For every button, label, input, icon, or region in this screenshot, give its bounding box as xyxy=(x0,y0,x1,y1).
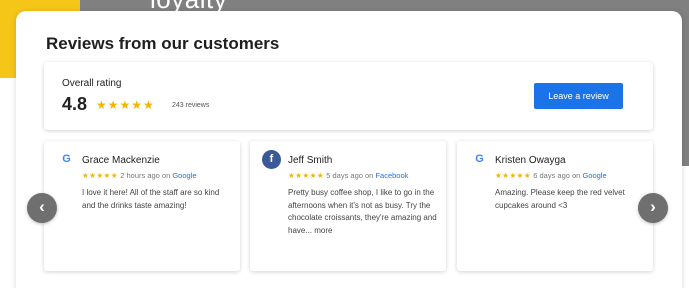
google-icon: G xyxy=(471,151,488,168)
widget-title: Reviews from our customers xyxy=(46,34,280,53)
review-time: 5 days ago on xyxy=(326,171,376,180)
reviewer-name: Kristen Owayga xyxy=(495,155,566,166)
review-time: 6 days ago on xyxy=(533,171,583,180)
reviewer-name: Grace Mackenzie xyxy=(82,155,160,166)
overall-rating-panel: Overall rating 4.8 ★★★★★ 243 reviews Lea… xyxy=(44,62,653,130)
review-time: 2 hours ago on xyxy=(120,171,173,180)
review-text-container: Pretty busy coffee shop, I like to go in… xyxy=(288,187,438,237)
review-source-link[interactable]: Google xyxy=(172,171,196,180)
review-card: G Kristen Owayga ★★★★★ 6 days ago on Goo… xyxy=(457,141,653,271)
review-card: G Grace Mackenzie ★★★★★ 2 hours ago on G… xyxy=(44,141,240,271)
review-meta: ★★★★★ 2 hours ago on Google xyxy=(82,171,197,180)
leave-review-button[interactable]: Leave a review xyxy=(534,83,623,109)
review-text: Pretty busy coffee shop, I like to go in… xyxy=(288,188,437,235)
review-stars: ★★★★★ xyxy=(82,171,119,180)
review-source-link[interactable]: Facebook xyxy=(375,171,408,180)
review-stars: ★★★★★ xyxy=(288,171,325,180)
overall-rating-stars: ★★★★★ xyxy=(96,98,155,112)
review-stars: ★★★★★ xyxy=(495,171,532,180)
overall-rating-label: Overall rating xyxy=(62,78,122,89)
review-source-link[interactable]: Google xyxy=(582,171,606,180)
review-text: I love it here! All of the staff are so … xyxy=(82,188,220,210)
reviews-widget: Reviews from our customers Overall ratin… xyxy=(16,11,682,288)
overall-rating-score: 4.8 xyxy=(62,94,88,114)
carousel-prev-button[interactable]: ‹ xyxy=(27,193,57,223)
reviewer-name: Jeff Smith xyxy=(288,155,333,166)
review-text: Amazing. Please keep the red velvet cupc… xyxy=(495,188,625,210)
review-meta: ★★★★★ 5 days ago on Facebook xyxy=(288,171,408,180)
facebook-icon: f xyxy=(262,150,281,169)
carousel-next-button[interactable]: › xyxy=(638,193,668,223)
review-count: 243 reviews xyxy=(172,102,210,109)
read-more-link[interactable]: more xyxy=(314,226,332,235)
review-card: f Jeff Smith ★★★★★ 5 days ago on Faceboo… xyxy=(250,141,446,271)
google-icon: G xyxy=(58,151,75,168)
review-meta: ★★★★★ 6 days ago on Google xyxy=(495,171,607,180)
